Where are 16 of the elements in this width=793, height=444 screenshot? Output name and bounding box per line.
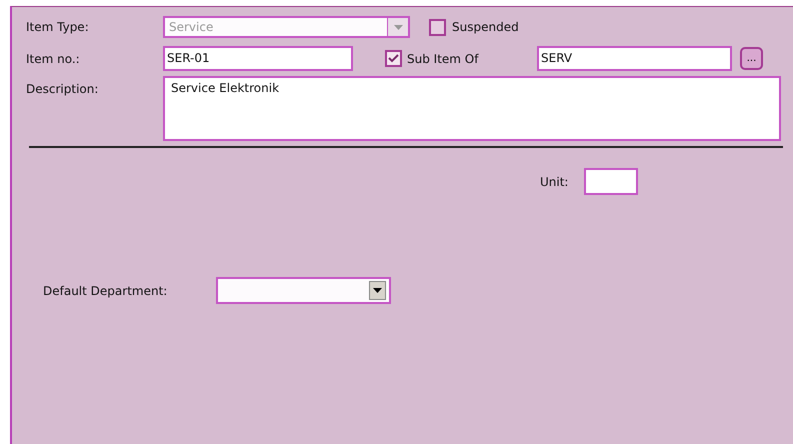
unit-label: Unit: [540,174,570,188]
description-label: Description: [25,81,100,96]
sub-item-of-label: Sub Item Of [407,52,480,66]
sub-item-checkbox[interactable] [385,50,402,67]
item-no-label: Item no.: [25,52,81,66]
sub-item-field[interactable]: SERV [537,46,732,71]
suspended-checkbox[interactable] [429,18,446,36]
default-department-dropdown[interactable] [216,277,391,304]
suspended-label: Suspended [452,20,519,34]
browse-button[interactable]: ... [740,47,763,70]
item-no-field[interactable]: SER-01 [163,46,353,71]
checkmark-icon [388,54,399,63]
item-type-label: Item Type: [25,20,90,34]
default-department-label: Default Department: [43,284,168,298]
description-field[interactable]: Service Elektronik [163,76,781,141]
unit-field[interactable] [584,168,638,195]
